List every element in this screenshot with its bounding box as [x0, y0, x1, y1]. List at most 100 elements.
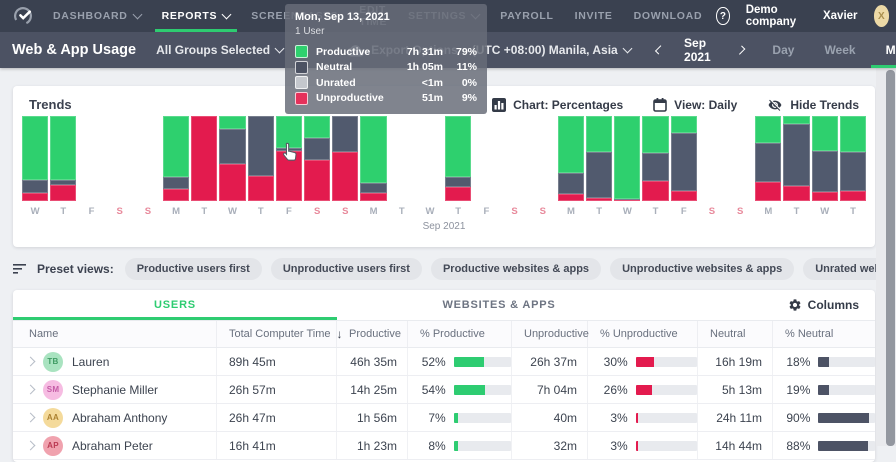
chevron-down-icon — [274, 43, 285, 53]
day-label: T — [60, 206, 67, 217]
column-header-productive[interactable]: Productive — [337, 321, 408, 347]
stacked-bar[interactable] — [811, 116, 838, 201]
nav-item-download[interactable]: DOWNLOAD — [627, 0, 710, 32]
chart-day-slot: S — [500, 116, 528, 217]
stacked-bar[interactable] — [360, 116, 387, 202]
stacked-bar[interactable] — [191, 116, 218, 201]
chart-bar-area — [416, 116, 444, 201]
view-tab-day[interactable]: Day — [757, 32, 809, 68]
legend-swatch — [295, 60, 308, 74]
stacked-bar[interactable] — [332, 116, 359, 201]
nav-item-reports[interactable]: REPORTS — [154, 0, 238, 32]
day-label: T — [652, 206, 659, 217]
day-label: S — [342, 206, 349, 217]
table-row[interactable]: SM Stephanie Miller 26h 57m 14h 25m 54% 7h 04… — [13, 376, 875, 404]
tab-users[interactable]: USERS — [13, 290, 337, 320]
preset-pill[interactable]: Unproductive users first — [270, 258, 422, 280]
chart-day-slot: S — [331, 116, 359, 217]
trends-control-view-daily[interactable]: View: Daily — [653, 97, 737, 112]
stacked-bar[interactable] — [219, 116, 246, 201]
preset-pill[interactable]: Unproductive websites & apps — [610, 258, 795, 280]
chevron-right-icon[interactable] — [25, 356, 36, 367]
stacked-bar[interactable] — [783, 116, 810, 201]
nav-item-dashboard[interactable]: DASHBOARD — [46, 0, 148, 32]
stacked-bar[interactable] — [163, 116, 190, 202]
chart-bar-area — [388, 116, 416, 201]
percent-neutral-cell: 19% — [773, 376, 875, 403]
user-name[interactable]: Xavier — [823, 10, 858, 22]
chevron-right-icon[interactable] — [25, 412, 36, 423]
stacked-bar[interactable] — [586, 116, 613, 201]
preset-pill[interactable]: Productive websites & apps — [430, 258, 602, 280]
column-header-name[interactable]: Name — [13, 321, 217, 347]
stacked-bar[interactable] — [275, 116, 303, 201]
nav-item-payroll[interactable]: PAYROLL — [493, 0, 560, 32]
chart-month-label: Sep 2021 — [422, 221, 466, 232]
preset-pill[interactable]: Productive users first — [124, 258, 262, 280]
company-name[interactable]: Demo company — [746, 4, 807, 28]
trends-control-hide-trends[interactable]: Hide Trends — [767, 98, 859, 112]
percent-bar-track — [635, 384, 697, 395]
chevron-down-icon — [132, 9, 143, 19]
stacked-bar[interactable] — [755, 116, 782, 201]
column-header--productive[interactable]: % Productive — [408, 321, 512, 347]
tab-websites-apps[interactable]: WEBSITES & APPS — [337, 290, 661, 320]
stacked-bar[interactable] — [22, 116, 49, 201]
stacked-bar[interactable] — [670, 116, 697, 201]
table-row[interactable]: AP Abraham Peter 16h 41m 1h 23m 8% 32m 3% 14h 4… — [13, 432, 875, 460]
legend-swatch — [295, 76, 308, 90]
chart-day-slot: T — [190, 116, 218, 217]
percent-bar-fill — [818, 412, 870, 423]
column-header-total-computer-time[interactable]: Total Computer Time ↓ — [217, 321, 342, 347]
page-scrollbar-track[interactable] — [876, 68, 896, 446]
page-scrollbar-thumb[interactable] — [886, 70, 895, 446]
user-name-cell[interactable]: TB Lauren — [13, 348, 217, 375]
bar-segment-productive — [50, 116, 77, 180]
prev-period-icon[interactable] — [654, 45, 665, 55]
column-header--neutral[interactable]: % Neutral — [773, 321, 875, 347]
column-header-unproductive[interactable]: Unproductive — [512, 321, 589, 347]
unproductive-cell: 26h 37m — [512, 348, 588, 375]
user-name-cell[interactable]: AA Abraham Anthony — [13, 404, 217, 431]
nav-item-invite[interactable]: INVITE — [568, 0, 620, 32]
table-row[interactable]: TB Lauren 89h 45m 46h 35m 52% 26h 37m 30% 16h 1… — [13, 348, 875, 376]
percent-bar-track — [453, 384, 511, 395]
chart-day-slot: W — [613, 116, 641, 217]
percent-bar-track — [453, 412, 511, 423]
next-period-icon[interactable] — [736, 45, 746, 55]
view-tab-month[interactable]: Month — [870, 32, 896, 68]
trends-controls: Chart: Percentages View: Daily Hide Trends — [492, 97, 859, 112]
trends-control-chart-percentages[interactable]: Chart: Percentages — [492, 97, 623, 112]
table-row[interactable]: AA Abraham Anthony 26h 47m 1h 56m 7% 40m 3% 24h… — [13, 404, 875, 432]
stacked-bar[interactable] — [445, 116, 472, 201]
productive-cell: 14h 25m — [337, 376, 408, 403]
chart-day-slot: M — [557, 116, 585, 217]
user-avatar[interactable]: X — [873, 5, 890, 27]
chart-bar-area — [529, 116, 557, 201]
stacked-bar[interactable] — [839, 116, 867, 201]
stacked-bar[interactable] — [50, 116, 77, 201]
view-tab-week[interactable]: Week — [809, 32, 870, 68]
stacked-bar[interactable] — [304, 116, 331, 201]
percent-productive-cell: 54% — [408, 376, 512, 403]
app-logo-icon[interactable] — [12, 5, 34, 27]
groups-selector[interactable]: All Groups Selected — [156, 43, 285, 57]
stacked-bar[interactable] — [614, 116, 641, 201]
stacked-bar[interactable] — [557, 116, 585, 201]
column-header-neutral[interactable]: Neutral — [698, 321, 773, 347]
column-header--unproductive[interactable]: % Unproductive — [588, 321, 698, 347]
percent-value: 7% — [428, 410, 446, 425]
stacked-bar[interactable] — [247, 116, 274, 201]
timezone-selector[interactable]: (UTC +08:00) Manila, Asia — [472, 43, 633, 57]
bar-segment-productive — [275, 116, 303, 149]
user-name-cell[interactable]: SM Stephanie Miller — [13, 376, 217, 403]
stacked-bar[interactable] — [642, 116, 669, 201]
chart-bar-area — [21, 116, 49, 201]
chart-bar-area — [500, 116, 528, 201]
chart-day-slot: F — [77, 116, 105, 217]
bar-segment-neutral — [811, 150, 838, 192]
help-icon[interactable]: ? — [716, 7, 730, 25]
columns-button[interactable]: Columns — [788, 290, 875, 320]
chart-bar-area — [331, 116, 359, 201]
chevron-right-icon[interactable] — [25, 384, 36, 395]
